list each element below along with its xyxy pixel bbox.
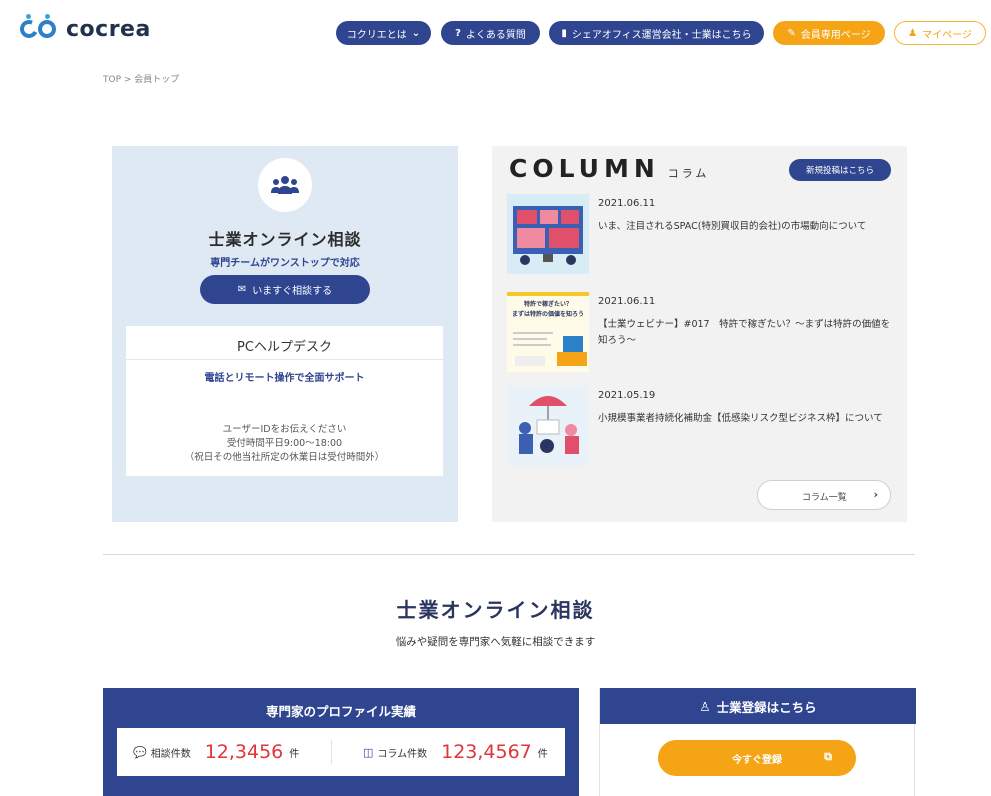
column-list-button[interactable]: コラム一覧 › bbox=[757, 480, 891, 510]
helpdesk-info-line2: 受付時間平日9:00～18:00 bbox=[226, 438, 343, 449]
consult-now-label: いますぐ相談する bbox=[252, 286, 333, 297]
logo-mark-icon bbox=[17, 14, 60, 44]
nav-about-label: コクリエとは bbox=[346, 29, 407, 41]
nav-members-label: 会員専用ページ bbox=[800, 29, 871, 41]
edit-icon: ✎ bbox=[787, 27, 796, 39]
helpdesk-info-line1: ユーザーIDをお伝えください bbox=[222, 424, 347, 435]
nav-mypage-button[interactable]: ♟ マイページ bbox=[894, 21, 986, 45]
column-title: COLUMN bbox=[509, 154, 660, 183]
register-heading: ♙ 士業登録はこちら bbox=[600, 688, 916, 724]
logo-text: cocrea bbox=[66, 16, 151, 42]
building-icon: ▮ bbox=[561, 27, 567, 39]
new-post-button[interactable]: 新規投稿はこちら bbox=[789, 159, 891, 181]
pc-helpdesk-box: PCヘルプデスク 電話とリモート操作で全面サポート ユーザーIDをお伝えください… bbox=[126, 326, 443, 476]
article-date: 2021.05.19 bbox=[598, 390, 656, 401]
column-count-unit: 件 bbox=[537, 748, 548, 760]
nav-about-button[interactable]: コクリエとは ⌄ bbox=[336, 21, 431, 45]
nav-faq-button[interactable]: ? よくある質問 bbox=[441, 21, 540, 45]
helpdesk-title: PCヘルプデスク bbox=[237, 340, 332, 355]
consultation-title: 士業オンライン相談 bbox=[208, 230, 362, 249]
article-thumbnail[interactable] bbox=[507, 386, 589, 466]
article-thumbnail[interactable] bbox=[507, 194, 589, 274]
site-header: cocrea コクリエとは ⌄ ? よくある質問 ▮ シェアオフィス運営会社・士… bbox=[0, 0, 991, 64]
register-now-label: 今すぐ登録 bbox=[732, 754, 782, 766]
chat-bubbles-icon: 💬 bbox=[133, 745, 147, 759]
article-title[interactable]: 小規模事業者持続化補助金【低感染リスク型ビジネス枠】について bbox=[598, 411, 894, 427]
register-now-button[interactable]: 今すぐ登録 ⧉ bbox=[658, 740, 856, 776]
section-title: 士業オンライン相談 bbox=[396, 598, 595, 622]
consultation-subtitle: 専門チームがワンストップで対応 bbox=[210, 258, 360, 269]
user-tie-icon: ♙ bbox=[699, 698, 711, 714]
article-thumbnail[interactable]: 特許で稼ぎたい？ まずは特許の価値を知ろう bbox=[507, 292, 589, 372]
expert-stats-box: 専門家のプロファイル実績 💬 相談件数 12,3456 件 ◫ コラム件数 12… bbox=[103, 688, 579, 796]
column-heading: COLUMN コラム bbox=[509, 154, 709, 183]
consult-count-unit: 件 bbox=[289, 748, 300, 760]
nav-faq-label: よくある質問 bbox=[465, 29, 526, 41]
stats-title: 専門家のプロファイル実績 bbox=[265, 704, 416, 719]
mail-icon: ✉ bbox=[237, 284, 247, 295]
helpdesk-info-line3: （祝日その他当社所定の休業日は受付時間外） bbox=[184, 452, 385, 463]
nav-mypage-label: マイページ bbox=[922, 29, 972, 41]
column-title-jp: コラム bbox=[667, 167, 710, 180]
article-title[interactable]: いま、注目されるSPAC(特別買収目的会社)の市場動向について bbox=[598, 219, 894, 235]
consult-now-button[interactable]: ✉ いますぐ相談する bbox=[200, 275, 370, 304]
helpdesk-divider bbox=[126, 359, 443, 360]
professional-register-box: ♙ 士業登録はこちら 今すぐ登録 ⧉ bbox=[599, 688, 916, 796]
consultation-panel: 士業オンライン相談 専門チームがワンストップで対応 ✉ いますぐ相談する PCヘ… bbox=[112, 146, 458, 522]
column-list-label: コラム一覧 bbox=[802, 493, 847, 503]
column-count-value: 123,4567 bbox=[441, 741, 532, 763]
nav-office-button[interactable]: ▮ シェアオフィス運営会社・士業はこちら bbox=[549, 21, 764, 45]
breadcrumb[interactable]: TOP > 会員トップ bbox=[103, 72, 179, 85]
stats-counts: 💬 相談件数 12,3456 件 ◫ コラム件数 123,4567 件 bbox=[117, 728, 565, 776]
column-count-label: コラム件数 bbox=[377, 748, 428, 760]
column-panel: COLUMN コラム 新規投稿はこちら 2021.06.11 いま、注目されるS… bbox=[492, 146, 907, 522]
column-article[interactable]: 特許で稼ぎたい？ まずは特許の価値を知ろう 2021.06.11 【士業ウェビナ… bbox=[507, 292, 897, 374]
stats-separator bbox=[331, 740, 332, 764]
book-icon: ◫ bbox=[363, 745, 374, 759]
section-divider bbox=[103, 554, 915, 555]
helpdesk-info: ユーザーIDをお伝えください 受付時間平日9:00～18:00 （祝日その他当社… bbox=[126, 423, 443, 465]
user-icon: ♟ bbox=[908, 27, 918, 39]
consult-count-label: 相談件数 bbox=[150, 748, 191, 760]
external-link-icon: ⧉ bbox=[824, 750, 832, 763]
section-subtitle: 悩みや疑問を専門家へ気軽に相談できます bbox=[395, 636, 596, 648]
consult-count: 💬 相談件数 12,3456 件 bbox=[133, 728, 299, 776]
article-date: 2021.06.11 bbox=[598, 198, 656, 209]
article-title[interactable]: 【士業ウェビナー】#017 特許で稼ぎたい？～まずは特許の価値を知ろう～ bbox=[598, 317, 894, 349]
cocrea-logo[interactable]: cocrea bbox=[17, 14, 151, 44]
nav-members-button[interactable]: ✎ 会員専用ページ bbox=[773, 21, 885, 45]
helpdesk-subtitle: 電話とリモート操作で全面サポート bbox=[204, 373, 365, 384]
chevron-down-icon: ⌄ bbox=[411, 27, 421, 39]
group-icon bbox=[258, 158, 312, 212]
consult-count-value: 12,3456 bbox=[204, 741, 284, 763]
column-article[interactable]: 2021.06.11 いま、注目されるSPAC(特別買収目的会社)の市場動向につ… bbox=[507, 194, 897, 276]
column-article[interactable]: 2021.05.19 小規模事業者持続化補助金【低感染リスク型ビジネス枠】につい… bbox=[507, 386, 897, 468]
article-date: 2021.06.11 bbox=[598, 296, 656, 307]
column-count: ◫ コラム件数 123,4567 件 bbox=[363, 728, 548, 776]
chevron-right-icon: › bbox=[873, 488, 878, 501]
question-icon: ? bbox=[455, 27, 461, 39]
nav-office-label: シェアオフィス運営会社・士業はこちら bbox=[571, 29, 752, 41]
register-title: 士業登録はこちら bbox=[716, 699, 817, 715]
